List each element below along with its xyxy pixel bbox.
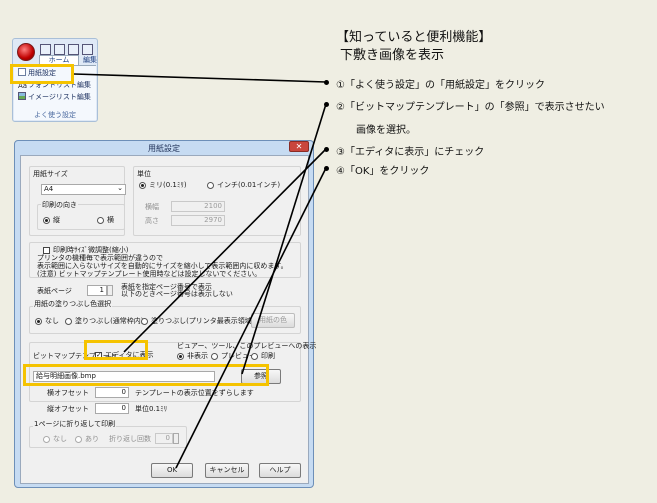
connector-dot-4 [324, 166, 329, 171]
instruction-step-4: ④「OK」をクリック [336, 166, 430, 177]
instruction-title-2: 下敷き画像を表示 [340, 48, 445, 63]
connector-dot-2 [324, 102, 329, 107]
instruction-step-3: ③「エディタに表示」にチェック [336, 147, 485, 158]
connector-dot-3 [324, 147, 329, 152]
connector-lines [73, 73, 327, 469]
instruction-title-1: 【知っていると便利機能】 [336, 30, 492, 45]
instruction-step-1: ①「よく使う設定」の「用紙設定」をクリック [336, 80, 545, 91]
instruction-step-2b: 画像を選択。 [356, 125, 416, 136]
instruction-step-2a: ②「ビットマップテンプレート」の「参照」で表示させたい [336, 102, 605, 113]
connector-dot-1 [324, 80, 329, 85]
